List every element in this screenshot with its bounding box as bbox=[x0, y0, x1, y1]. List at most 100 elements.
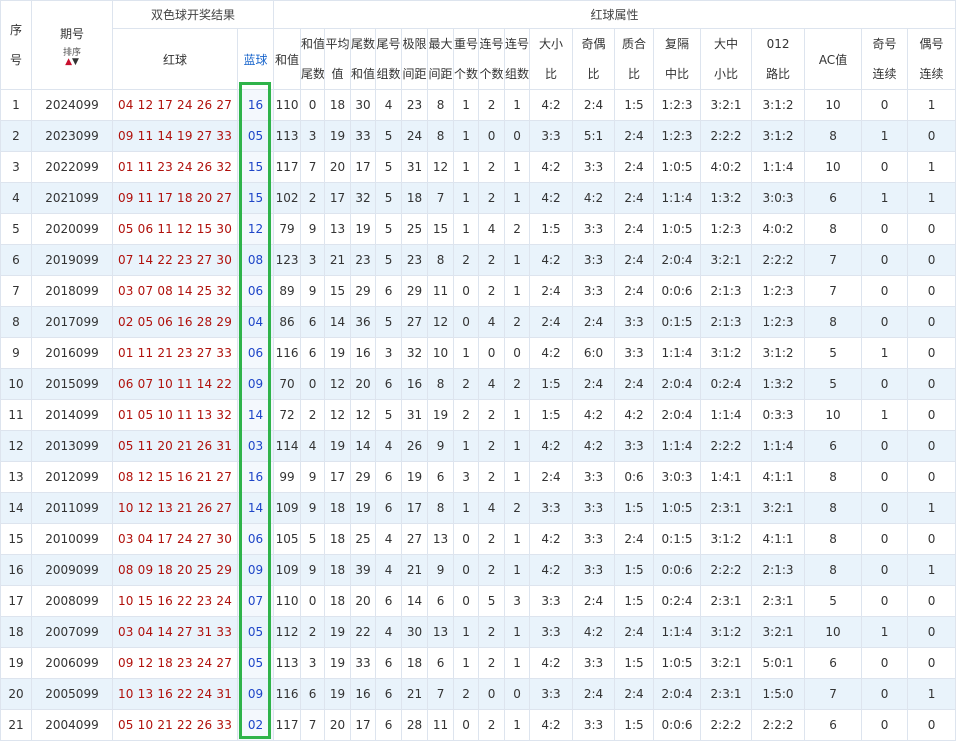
fugezhong-ratio-cell: 1:0:5 bbox=[653, 647, 702, 679]
tail-groups-cell: 5 bbox=[375, 151, 403, 183]
average-cell: 21 bbox=[324, 244, 352, 276]
repeat-count-cell: 0 bbox=[453, 523, 480, 555]
tail-groups-cell: 4 bbox=[375, 523, 403, 555]
prime-composite-ratio-cell: 0:6 bbox=[614, 461, 655, 493]
range-span-cell: 18 bbox=[401, 182, 429, 214]
route-012-ratio-cell: 2:3:1 bbox=[751, 585, 806, 617]
col-qihao[interactable]: 期号 排序 ▲▼ bbox=[31, 0, 113, 90]
blue-ball-cell: 12 bbox=[236, 213, 275, 245]
dazhongxiao-ratio-cell: 3:2:1 bbox=[700, 89, 753, 121]
even-consecutive-cell: 0 bbox=[907, 585, 956, 617]
prime-composite-ratio-cell: 1:5 bbox=[614, 89, 655, 121]
route-012-ratio-cell: 1:2:3 bbox=[751, 306, 806, 338]
sum-value-cell: 110 bbox=[273, 89, 302, 121]
odd-even-ratio-cell: 3:3 bbox=[572, 647, 616, 679]
repeat-count-cell: 1 bbox=[453, 616, 480, 648]
odd-even-ratio-cell: 4:2 bbox=[572, 182, 616, 214]
even-consecutive-cell: 1 bbox=[907, 89, 956, 121]
row-index-cell: 1 bbox=[0, 89, 32, 121]
even-consecutive-cell: 0 bbox=[907, 616, 956, 648]
table-row: 2 2023099 09 11 14 19 27 33 05 113 3 19 33 5 24 8 1… bbox=[0, 120, 956, 152]
fugezhong-ratio-cell: 1:2:3 bbox=[653, 120, 702, 152]
dazhongxiao-ratio-cell: 2:1:3 bbox=[700, 275, 753, 307]
sum-value-cell: 116 bbox=[273, 678, 302, 710]
sum-value-cell: 99 bbox=[273, 461, 302, 493]
sort-down-icon[interactable]: ▼ bbox=[72, 57, 79, 67]
ac-value-cell: 7 bbox=[804, 678, 863, 710]
repeat-count-cell: 2 bbox=[453, 678, 480, 710]
ac-value-cell: 6 bbox=[804, 182, 863, 214]
row-index-cell: 6 bbox=[0, 244, 32, 276]
range-span-cell: 17 bbox=[401, 492, 429, 524]
col-lianhao-geshu: 连号个数 bbox=[478, 28, 506, 90]
repeat-count-cell: 1 bbox=[453, 430, 480, 462]
odd-even-ratio-cell: 2:4 bbox=[572, 585, 616, 617]
dazhongxiao-ratio-cell: 2:3:1 bbox=[700, 678, 753, 710]
even-consecutive-cell: 1 bbox=[907, 554, 956, 586]
blue-ball-cell: 08 bbox=[236, 244, 275, 276]
repeat-count-cell: 0 bbox=[453, 554, 480, 586]
row-index-cell: 20 bbox=[0, 678, 32, 710]
issue-number-cell: 2011099 bbox=[31, 492, 113, 524]
odd-even-ratio-cell: 4:2 bbox=[572, 399, 616, 431]
sort-up-icon[interactable]: ▲ bbox=[65, 57, 72, 67]
tail-groups-cell: 6 bbox=[375, 492, 403, 524]
sum-tail-cell: 5 bbox=[300, 523, 326, 555]
dazhongxiao-ratio-cell: 2:2:2 bbox=[700, 120, 753, 152]
fugezhong-ratio-cell: 0:0:6 bbox=[653, 275, 702, 307]
route-012-ratio-cell: 1:5:0 bbox=[751, 678, 806, 710]
sum-value-cell: 109 bbox=[273, 492, 302, 524]
average-cell: 19 bbox=[324, 678, 352, 710]
fugezhong-ratio-cell: 1:2:3 bbox=[653, 89, 702, 121]
tail-sum-cell: 14 bbox=[350, 430, 377, 462]
max-gap-cell: 11 bbox=[427, 275, 455, 307]
tail-sum-cell: 39 bbox=[350, 554, 377, 586]
prime-composite-ratio-cell: 1:5 bbox=[614, 709, 655, 741]
row-index-cell: 21 bbox=[0, 709, 32, 741]
max-gap-cell: 9 bbox=[427, 430, 455, 462]
dazhongxiao-ratio-cell: 3:2:1 bbox=[700, 647, 753, 679]
consecutive-groups-cell: 0 bbox=[504, 337, 531, 369]
col-weishu-hezhi-label: 尾数和值 bbox=[351, 37, 376, 81]
col-lianhao-geshu-label: 连号个数 bbox=[479, 37, 504, 81]
tail-sum-cell: 20 bbox=[350, 585, 377, 617]
row-index-cell: 12 bbox=[0, 430, 32, 462]
tail-groups-cell: 5 bbox=[375, 306, 403, 338]
repeat-count-cell: 0 bbox=[453, 275, 480, 307]
tail-sum-cell: 32 bbox=[350, 182, 377, 214]
sum-tail-cell: 9 bbox=[300, 461, 326, 493]
issue-number-cell: 2015099 bbox=[31, 368, 113, 400]
range-span-cell: 24 bbox=[401, 120, 429, 152]
tail-sum-cell: 29 bbox=[350, 275, 377, 307]
col-zuida-jianju: 最大间距 bbox=[427, 28, 455, 90]
blue-ball-cell: 09 bbox=[236, 554, 275, 586]
issue-number-cell: 2013099 bbox=[31, 430, 113, 462]
fugezhong-ratio-cell: 2:0:4 bbox=[653, 678, 702, 710]
tail-sum-cell: 29 bbox=[350, 461, 377, 493]
even-consecutive-cell: 0 bbox=[907, 337, 956, 369]
col-hezhi: 和值 bbox=[273, 28, 302, 90]
table-row: 20 2005099 10 13 16 22 24 31 09 116 6 19 16 6 21 7… bbox=[0, 678, 956, 710]
ac-value-cell: 8 bbox=[804, 523, 863, 555]
tail-groups-cell: 6 bbox=[375, 709, 403, 741]
consecutive-count-cell: 2 bbox=[478, 182, 506, 214]
odd-consecutive-cell: 1 bbox=[861, 337, 909, 369]
ac-value-cell: 8 bbox=[804, 461, 863, 493]
consecutive-count-cell: 4 bbox=[478, 213, 506, 245]
sum-value-cell: 72 bbox=[273, 399, 302, 431]
group-attr-header: 红球属性 bbox=[273, 0, 956, 29]
sum-tail-cell: 2 bbox=[300, 616, 326, 648]
average-cell: 12 bbox=[324, 399, 352, 431]
fugezhong-ratio-cell: 2:0:4 bbox=[653, 399, 702, 431]
dazhongxiao-ratio-cell: 3:2:1 bbox=[700, 244, 753, 276]
red-balls-cell: 05 10 21 22 26 33 bbox=[112, 709, 238, 741]
odd-consecutive-cell: 1 bbox=[861, 182, 909, 214]
issue-number-cell: 2017099 bbox=[31, 306, 113, 338]
sum-value-cell: 117 bbox=[273, 151, 302, 183]
issue-number-cell: 2020099 bbox=[31, 213, 113, 245]
tail-sum-cell: 17 bbox=[350, 151, 377, 183]
consecutive-groups-cell: 0 bbox=[504, 120, 531, 152]
ac-value-cell: 8 bbox=[804, 120, 863, 152]
tail-sum-cell: 36 bbox=[350, 306, 377, 338]
sort-arrows[interactable]: ▲▼ bbox=[33, 57, 112, 67]
